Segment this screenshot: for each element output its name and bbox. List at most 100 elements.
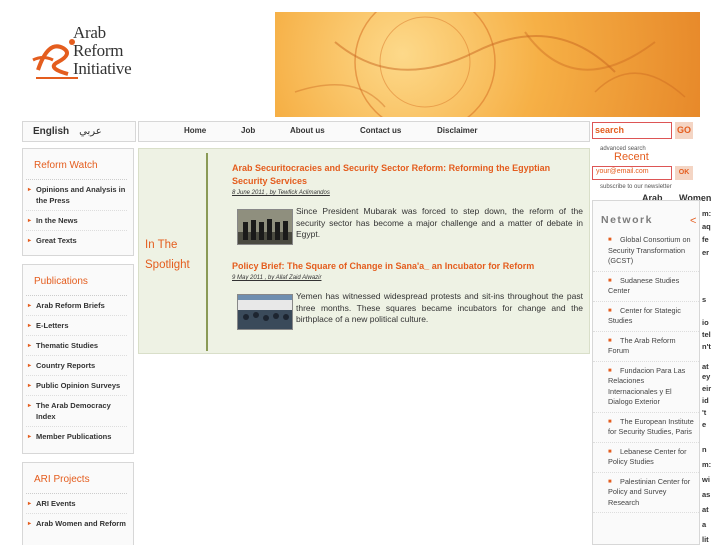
nav-contact-us[interactable]: Contact us: [360, 126, 401, 135]
search-input[interactable]: search: [592, 122, 672, 139]
bullet-icon: ▸: [28, 303, 32, 309]
sidebar-publications: Publications ▸ Arab Reform Briefs ▸ E-Lett…: [22, 264, 134, 454]
clipped-fragment: lit: [702, 535, 709, 544]
spotlight-panel: In The Spotlight Arab Securitocracies an…: [138, 148, 590, 354]
sidebar-item-member-publications[interactable]: ▸ Member Publications: [26, 427, 127, 446]
bullet-icon: ▸: [28, 238, 32, 244]
nav-home[interactable]: Home: [184, 126, 206, 135]
subscribe-label: subscribe to our newsletter: [600, 184, 672, 190]
sidebar-item-arab-democracy-index[interactable]: ▸ The Arab Democracy Index: [26, 396, 127, 427]
bullet-icon: ▸: [28, 501, 32, 507]
sidebar-item-label: Public Opinion Surveys: [36, 381, 121, 390]
sidebar-item-label: Great Texts: [36, 236, 77, 245]
network-item[interactable]: ■ Sudanese Studies Center: [593, 272, 699, 302]
sidebar-item-opinions[interactable]: ▸ Opinions and Analysis in the Press: [26, 180, 127, 211]
network-item-label: Center for Stategic Studies: [608, 305, 681, 326]
sidebar-ari-projects: ARI Projects ▸ ARI Events ▸ Arab Women and…: [22, 462, 134, 545]
article-excerpt: Yemen has witnessed widespread protests …: [296, 291, 583, 324]
network-item[interactable]: ■ Center for Stategic Studies: [593, 302, 699, 332]
nav-job[interactable]: Job: [241, 126, 255, 135]
clipped-fragment: n: [702, 445, 707, 454]
article: Policy Brief: The Square of Change in Sa…: [232, 260, 584, 350]
sidebar-item-ari-events[interactable]: ▸ ARI Events: [26, 494, 127, 514]
bullet-icon: ▸: [28, 434, 32, 440]
article-meta[interactable]: 8 June 2011 , by Tewfick Aclimandos: [232, 190, 584, 196]
clipped-fragment: e: [702, 420, 707, 429]
protest-photo-icon: [238, 295, 292, 329]
logo-line1: Arab: [73, 23, 106, 42]
article-meta[interactable]: 9 May 2011 , by Allaf Zaid Alwazir: [232, 275, 584, 281]
sidebar-item-arab-reform-briefs[interactable]: ▸ Arab Reform Briefs: [26, 296, 127, 316]
network-item-label: Palestinian Center for Policy and Survey…: [608, 476, 691, 507]
bullet-icon: ■: [608, 367, 612, 374]
bullet-icon: ■: [608, 237, 612, 243]
network-item-label: Fundacion Para Las Relaciones Internacio…: [608, 365, 686, 407]
clipped-fragment: 't: [702, 408, 707, 417]
sidebar-item-label: Member Publications: [36, 432, 112, 441]
clipped-fragment: er: [702, 248, 710, 257]
bullet-icon: ■: [608, 277, 612, 284]
clipped-fragment: fe: [702, 235, 709, 244]
clipped-fragment: eir: [702, 384, 712, 393]
sidebar-item-great-texts[interactable]: ▸ Great Texts: [26, 231, 127, 250]
newsletter-ok-button[interactable]: OK: [675, 166, 693, 180]
clipped-fragment: at: [702, 362, 709, 371]
sidebar-item-thematic-studies[interactable]: ▸ Thematic Studies: [26, 336, 127, 356]
lang-english-link[interactable]: English: [33, 126, 69, 137]
network-heading: Network: [601, 214, 653, 226]
sidebar-item-arab-women-and-reform[interactable]: ▸ Arab Women and Reform: [26, 514, 127, 533]
sidebar-item-label: ARI Events: [36, 499, 76, 508]
clipped-fragment: n't: [702, 342, 711, 351]
bullet-icon: ▸: [28, 403, 32, 409]
bullet-icon: ▸: [28, 343, 32, 349]
network-item[interactable]: ■ Fundacion Para Las Relaciones Internaci…: [593, 362, 699, 413]
article-title-link[interactable]: Arab Securitocracies and Security Sector…: [232, 162, 584, 188]
logo[interactable]: Arab Reform Initiative: [22, 12, 152, 102]
sidebar-item-label: The Arab Democracy Index: [36, 401, 111, 421]
lang-arabic-link[interactable]: عربي: [79, 126, 102, 137]
newsletter-email-field[interactable]: your@email.com: [592, 166, 672, 180]
clipped-fragment: wi: [702, 475, 710, 484]
network-item-label: The European Institute for Security Stud…: [608, 416, 694, 437]
bullet-icon: ■: [608, 448, 612, 455]
sidebar-item-label: Arab Women and Reform: [36, 519, 126, 528]
sidebar-item-e-letters[interactable]: ▸ E-Letters: [26, 316, 127, 336]
article: Arab Securitocracies and Security Sector…: [232, 162, 584, 262]
recent-heading: Recent: [614, 151, 649, 163]
sidebar-heading: Reform Watch: [34, 160, 98, 171]
network-item[interactable]: ■ Global Consortium on Security Transform…: [593, 231, 699, 272]
sidebar-item-in-the-news[interactable]: ▸ In the News: [26, 211, 127, 231]
nav-about-us[interactable]: About us: [290, 126, 325, 135]
sidebar-item-label: E-Letters: [36, 321, 69, 330]
share-icon[interactable]: <: [690, 215, 696, 227]
language-bar: English عربي: [22, 121, 136, 142]
network-item[interactable]: ■ The European Institute for Security Stu…: [593, 413, 699, 443]
clipped-fragment: a: [702, 520, 707, 529]
sidebar-heading: Publications: [34, 276, 88, 287]
sidebar-item-label: Arab Reform Briefs: [36, 301, 105, 310]
logo-line2: Reform: [73, 41, 124, 60]
bullet-icon: ▸: [28, 521, 32, 527]
clipped-fragment: io: [702, 318, 709, 327]
network-item[interactable]: ■ The Arab Reform Forum: [593, 332, 699, 362]
bullet-icon: ▸: [28, 363, 32, 369]
sidebar-item-public-opinion-surveys[interactable]: ▸ Public Opinion Surveys: [26, 376, 127, 396]
search-go-button[interactable]: GO: [675, 122, 693, 139]
sidebar-item-label: Country Reports: [36, 361, 96, 370]
article-thumbnail-image[interactable]: [237, 209, 293, 245]
nav-disclaimer[interactable]: Disclaimer: [437, 126, 477, 135]
article-thumbnail-image[interactable]: [237, 294, 293, 330]
bullet-icon: ■: [608, 418, 612, 425]
network-item[interactable]: ■ Lebanese Center for Policy Studies: [593, 443, 699, 473]
sidebar-reform-watch: Reform Watch ▸ Opinions and Analysis in t…: [22, 148, 134, 256]
network-item[interactable]: ■ Palestinian Center for Policy and Surve…: [593, 473, 699, 513]
article-title-link[interactable]: Policy Brief: The Square of Change in Sa…: [232, 260, 584, 273]
clipped-fragment: s: [702, 295, 707, 304]
sidebar-item-label: Opinions and Analysis in the Press: [36, 185, 126, 205]
bullet-icon: ■: [608, 307, 612, 314]
sidebar-item-label: In the News: [36, 216, 78, 225]
clipped-fragment: as: [702, 490, 711, 499]
sidebar-item-country-reports[interactable]: ▸ Country Reports: [26, 356, 127, 376]
bullet-icon: ▸: [28, 383, 32, 389]
network-item-label: Global Consortium on Security Transforma…: [608, 235, 691, 265]
